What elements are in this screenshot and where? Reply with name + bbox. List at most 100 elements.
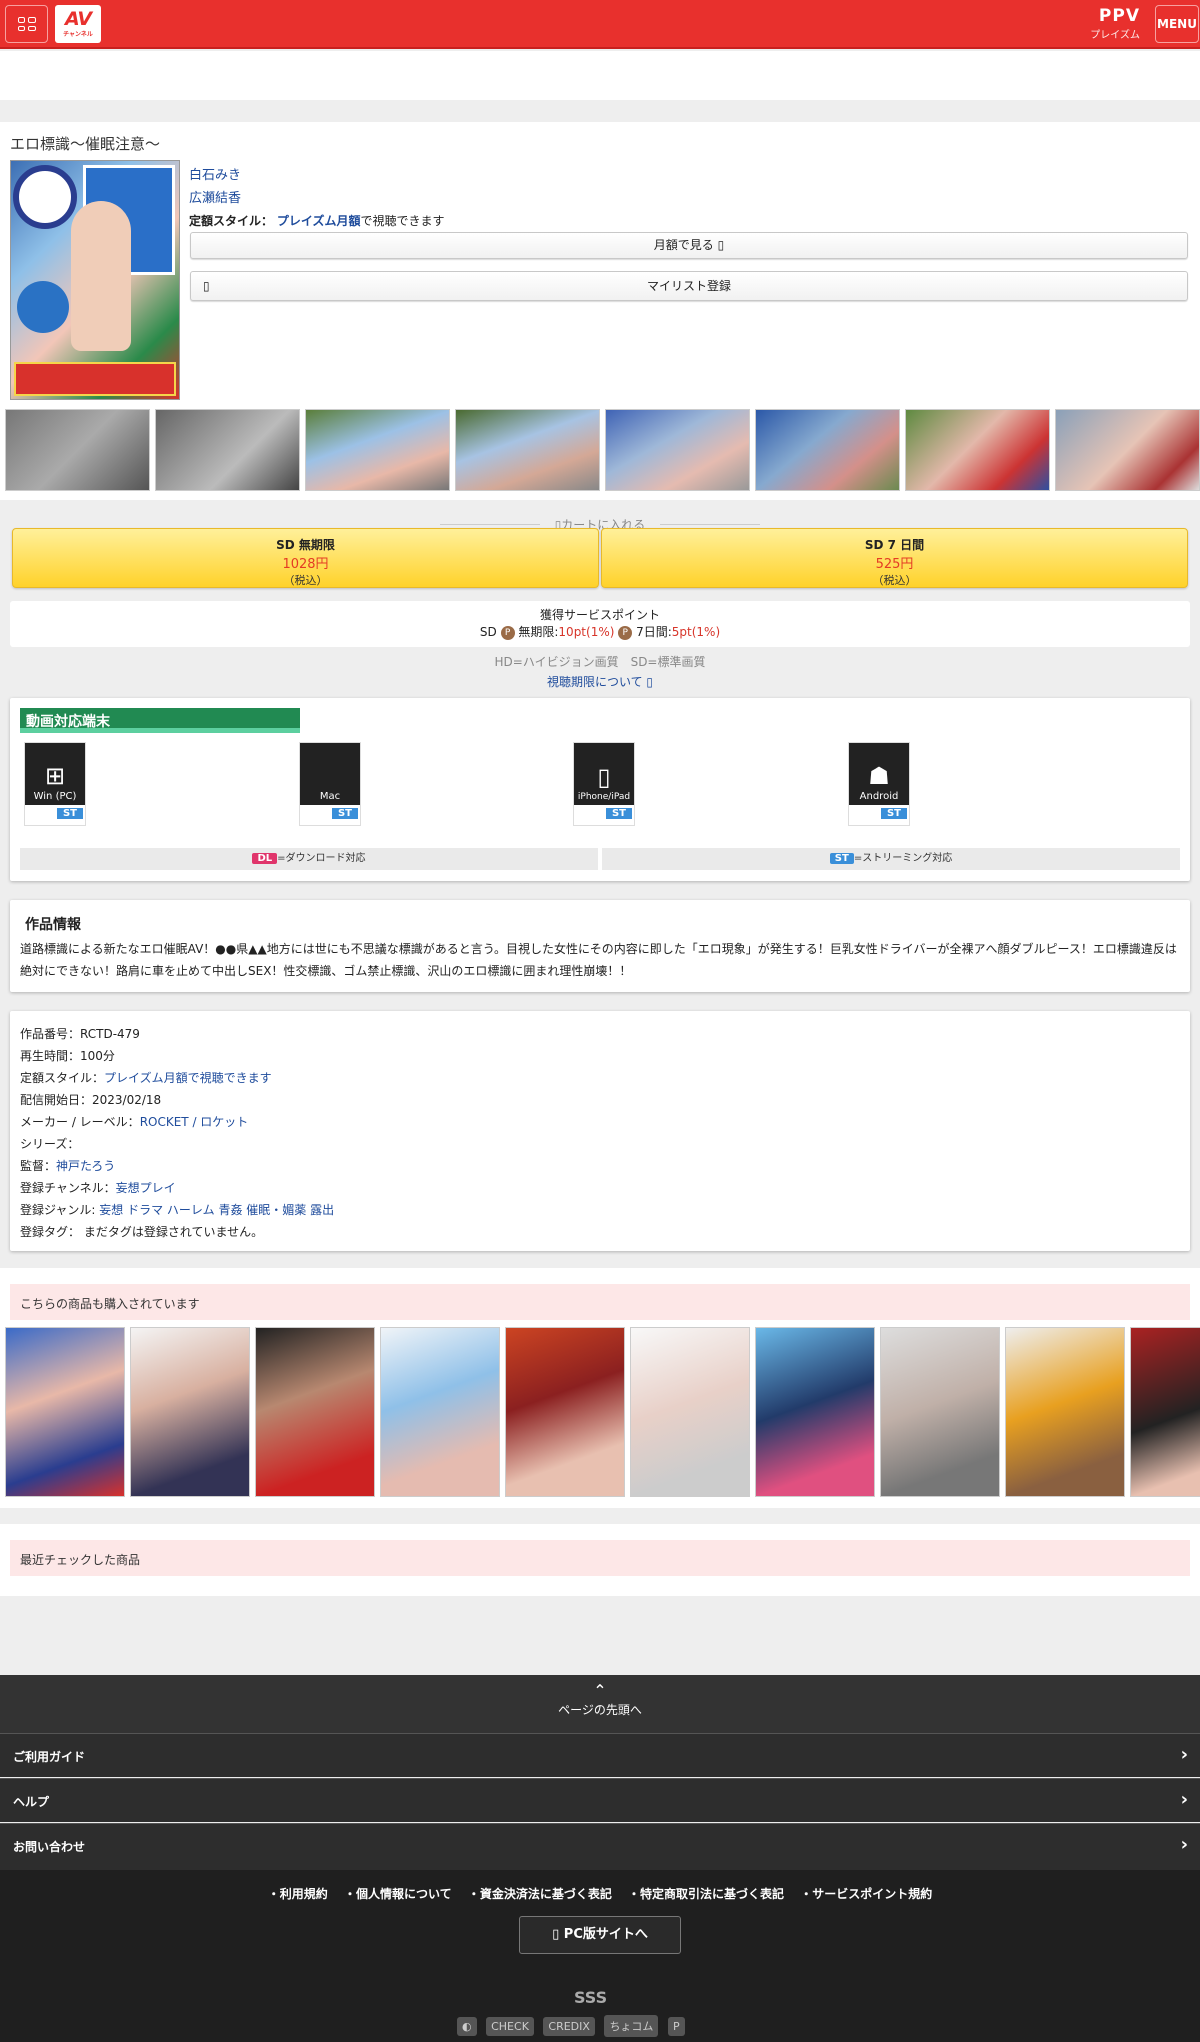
sample-image[interactable] xyxy=(5,409,150,491)
mylist-label: マイリスト登録 xyxy=(646,279,731,293)
footer-link[interactable]: ・サービスポイント規約 xyxy=(800,1887,932,1901)
footer-link[interactable]: ・特定商取引法に基づく表記 xyxy=(628,1887,784,1901)
recommend-item[interactable] xyxy=(1005,1327,1125,1497)
sample-image[interactable] xyxy=(1055,409,1200,491)
pc-site-button[interactable]: ▯ PC版サイトへ xyxy=(519,1916,681,1954)
sss-logo: SSS xyxy=(574,1988,608,2007)
sample-image[interactable] xyxy=(455,409,600,491)
device-name: Android xyxy=(859,791,899,802)
actress-link[interactable]: 白石みき xyxy=(189,164,241,183)
monthly-watch-label: 月額で見る xyxy=(653,238,718,252)
mylist-button[interactable]: ▯ マイリスト登録 xyxy=(190,271,1188,301)
view-limit-link[interactable]: 視聴期限について ▯ xyxy=(0,673,1200,690)
chevron-right-icon: › xyxy=(1180,1744,1188,1765)
streaming-badge: ST xyxy=(829,853,854,864)
recently-checked-header: 最近チェックした商品 xyxy=(10,1540,1190,1576)
spec-code: 作品番号：RCTD-479 xyxy=(20,1027,140,1041)
footer-link[interactable]: ・利用規約 xyxy=(268,1887,328,1901)
download-legend-text: =ダウンロード対応 xyxy=(277,853,366,864)
points-quality: SD xyxy=(479,625,497,639)
spec-release: 配信開始日：2023/02/18 xyxy=(20,1093,162,1107)
device-mac: Mac ST xyxy=(299,742,361,826)
points-line: SD P 無期限:10pt(1%) P 7日間:5pt(1%) xyxy=(10,624,1190,641)
also-bought-list xyxy=(5,1327,1200,1497)
price-style-label: 定額スタイル： xyxy=(189,214,274,228)
monthly-watch-button[interactable]: 月額で見る ▯ xyxy=(190,232,1188,259)
footer-contact[interactable]: お問い合わせ › xyxy=(0,1823,1200,1870)
page-top-label: ページの先頭へ xyxy=(558,1703,642,1717)
spec-style-label: 定額スタイル： xyxy=(20,1071,105,1085)
points-week-value: 5pt(1%) xyxy=(671,625,721,639)
spec-maker-label: メーカー / レーベル： xyxy=(20,1115,140,1129)
buy-tax: （税込） xyxy=(872,574,917,587)
recommend-item[interactable] xyxy=(130,1327,250,1497)
buy-sd-unlimited-button[interactable]: SD 無期限 1028円 （税込） xyxy=(12,528,599,588)
streaming-legend-text: =ストリーミング対応 xyxy=(853,853,953,864)
logo-subtext: チャンネル xyxy=(63,31,93,38)
streaming-badge: ST xyxy=(331,808,359,819)
service-points-box: 獲得サービスポイント SD P 無期限:10pt(1%) P 7日間:5pt(1… xyxy=(10,601,1190,647)
info-heading: 作品情報 xyxy=(25,917,81,933)
device-android: ☗ Android ST xyxy=(848,742,910,826)
recommend-item[interactable] xyxy=(505,1327,625,1497)
spec-channel-link[interactable]: 妄想プレイ xyxy=(116,1181,176,1195)
menu-button[interactable]: MENU xyxy=(1155,5,1199,43)
grid-menu-button[interactable] xyxy=(5,5,48,43)
buy-price: 1028円 xyxy=(282,557,329,572)
device-name: Win (PC) xyxy=(33,791,77,802)
download-badge: DL xyxy=(252,853,278,864)
pc-site-label: PC版サイトへ xyxy=(559,1927,648,1942)
recommend-item[interactable] xyxy=(630,1327,750,1497)
device-name: iPhone/iPad xyxy=(577,792,631,802)
recommend-item[interactable] xyxy=(380,1327,500,1497)
ppv-title: PPV xyxy=(1098,6,1140,26)
spec-style-link[interactable]: プレイズム月額で視聴できます xyxy=(104,1071,272,1085)
ppv-subtitle: プレイズム xyxy=(1090,30,1140,41)
device-iphone: ▯ iPhone/iPad ST xyxy=(573,742,635,826)
quality-note: HD=ハイビジョン画質 SD=標準画質 xyxy=(494,655,706,669)
footer-row-label: ご利用ガイド xyxy=(13,1750,86,1764)
android-icon: ☗ xyxy=(868,762,890,790)
product-cover-image[interactable] xyxy=(10,160,180,400)
site-logo[interactable]: AV チャンネル xyxy=(55,5,101,43)
chevron-right-icon: › xyxy=(1180,1834,1188,1855)
sample-thumbnails xyxy=(5,409,1200,491)
streaming-badge: ST xyxy=(56,808,84,819)
footer-link[interactable]: ・資金決済法に基づく表記 xyxy=(468,1887,612,1901)
sample-image[interactable] xyxy=(305,409,450,491)
buy-sd-7days-button[interactable]: SD 7 日間 525円 （税込） xyxy=(601,528,1188,588)
partner-logo: CREDIX xyxy=(543,2017,595,2036)
recommend-item[interactable] xyxy=(755,1327,875,1497)
spec-director-label: 監督： xyxy=(20,1159,57,1173)
bookmark-icon: ▯ xyxy=(203,279,210,293)
price-style-link[interactable]: プレイズム月額 xyxy=(277,214,361,228)
sample-image[interactable] xyxy=(905,409,1050,491)
sample-image[interactable] xyxy=(755,409,900,491)
actress-link[interactable]: 広瀬結香 xyxy=(189,187,241,206)
footer-help[interactable]: ヘルプ › xyxy=(0,1778,1200,1822)
recommend-item[interactable] xyxy=(1130,1327,1200,1497)
spec-genre-links[interactable]: 妄想 ドラマ ハーレム 青姦 催眠・媚薬 露出 xyxy=(99,1203,334,1217)
footer-row-label: ヘルプ xyxy=(13,1795,50,1809)
buy-price: 525円 xyxy=(875,557,914,572)
info-description: 道路標識による新たなエロ催眠AV！●●県▲▲地方には世にも不思議な標識があると言… xyxy=(20,942,1177,978)
chevron-up-icon: ⌃ xyxy=(593,1681,607,1700)
sample-image[interactable] xyxy=(605,409,750,491)
spec-director-link[interactable]: 神戸たろう xyxy=(56,1159,115,1173)
recommend-item[interactable] xyxy=(255,1327,375,1497)
spec-maker-link[interactable]: ROCKET / ロケット xyxy=(140,1115,249,1129)
footer-link[interactable]: ・個人情報について xyxy=(344,1887,452,1901)
external-icon: ▯ xyxy=(717,238,725,252)
footer-guide[interactable]: ご利用ガイド › xyxy=(0,1733,1200,1777)
ppv-label[interactable]: PPV プレイズム xyxy=(1090,6,1140,41)
points-unlimited-label: 無期限: xyxy=(518,625,559,639)
recommend-item[interactable] xyxy=(880,1327,1000,1497)
recommend-item[interactable] xyxy=(5,1327,125,1497)
streaming-legend: ST =ストリーミング対応 xyxy=(602,848,1180,870)
grid-icon xyxy=(17,17,36,31)
spec-maker: メーカー / レーベル：ROCKET / ロケット xyxy=(20,1111,334,1133)
sample-image[interactable] xyxy=(155,409,300,491)
header-bar xyxy=(0,0,1200,49)
download-legend: DL =ダウンロード対応 xyxy=(20,848,598,870)
page-top-button[interactable]: ⌃ ページの先頭へ xyxy=(0,1675,1200,1733)
